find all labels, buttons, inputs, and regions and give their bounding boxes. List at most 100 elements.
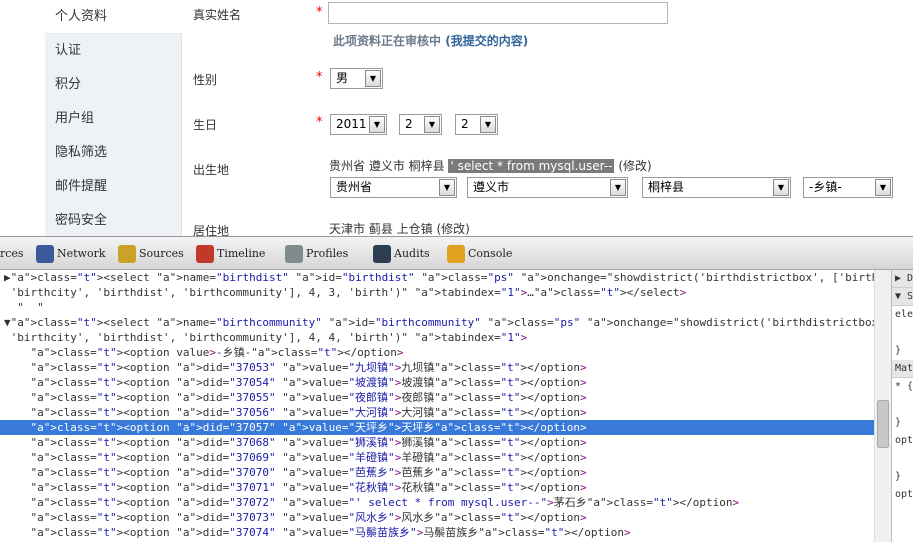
city-value: 遵义市: [473, 180, 510, 194]
sidebar-item[interactable]: 用户组: [45, 102, 181, 136]
profiles-icon: [285, 245, 303, 263]
required-mark: *: [316, 115, 323, 130]
style-rule-row: [892, 396, 913, 414]
devtools-tab-label: Timeline: [217, 247, 266, 260]
style-rule-row: opt: [895, 489, 913, 500]
chevron-down-icon: ▼: [773, 179, 789, 196]
birthday-label: 生日: [193, 118, 218, 132]
devtools-tab[interactable]: Sources: [118, 244, 184, 264]
dom-node-line[interactable]: "a">class="t"><option "a">did="37071" "a…: [0, 480, 874, 495]
dom-node-line[interactable]: "a">class="t"><option "a">did="37069" "a…: [0, 450, 874, 465]
globe-icon: [36, 245, 54, 263]
birthplace-edit-link[interactable]: (修改): [618, 159, 651, 173]
dom-node-line[interactable]: "a">class="t"><option "a">did="37053" "a…: [0, 360, 874, 375]
chevron-down-icon: ▼: [365, 70, 381, 87]
audit-note: 此项资料正在审核中 (我提交的内容): [333, 32, 528, 49]
devtools-tab[interactable]: Timeline: [196, 244, 265, 264]
dom-node-line[interactable]: "a">class="t"><option "a">did="37073" "a…: [0, 510, 874, 525]
community-select[interactable]: -乡镇- ▼: [803, 177, 893, 198]
style-rule-row: [892, 324, 913, 342]
birthplace-text: 贵州省 遵义市 桐梓县: [329, 159, 445, 173]
birth-month-select[interactable]: 2 ▼: [399, 114, 442, 135]
devtools-tab[interactable]: rces: [0, 244, 24, 264]
chevron-down-icon: ▼: [424, 116, 440, 133]
dom-node-line[interactable]: "a">class="t"><option "a">did="37056" "a…: [0, 405, 874, 420]
residence-label: 居住地: [193, 224, 230, 236]
city-select[interactable]: 遵义市 ▼: [467, 177, 628, 198]
dom-node-line[interactable]: 'birthcity', 'birthdist', 'birthcommunit…: [0, 330, 874, 345]
residence-text: 天津市 蓟县 上仓镇 (修改): [329, 222, 470, 236]
console-icon: [447, 245, 465, 263]
birthplace-highlight: ' select * from mysql.user--: [448, 159, 615, 173]
audits-icon: [373, 245, 391, 263]
birth-year-select[interactable]: 2011 ▼: [330, 114, 387, 135]
sidebar-item[interactable]: 隐私筛选: [45, 136, 181, 170]
devtools-tab-label: Network: [57, 247, 106, 260]
devtools-tab-label: Profiles: [306, 247, 349, 260]
required-mark: *: [316, 5, 323, 20]
style-rule-row: [892, 450, 913, 468]
birth-day-select[interactable]: 2 ▼: [455, 114, 498, 135]
sidebar-item[interactable]: 认证: [45, 34, 181, 68]
district-select[interactable]: 桐梓县 ▼: [642, 177, 791, 198]
dom-node-line[interactable]: "a">class="t"><option "a">did="37057" "a…: [0, 420, 874, 435]
devtools-tab-label: Audits: [394, 247, 430, 260]
dom-node-line[interactable]: "a">class="t"><option "a">did="37070" "a…: [0, 465, 874, 480]
sidebar-item[interactable]: 积分: [45, 68, 181, 102]
style-rule-row: Mat: [892, 360, 913, 378]
birthplace-label: 出生地: [193, 163, 230, 177]
community-value: -乡镇-: [809, 180, 842, 194]
dom-scrollbar[interactable]: [874, 270, 891, 542]
my-submission-link[interactable]: (我提交的内容): [445, 34, 528, 48]
settings-sidebar: 个人资料 认证 积分 用户组 隐私筛选 邮件提醒 密码安全: [45, 0, 182, 236]
birth-year-value: 2011: [336, 117, 367, 131]
style-rule-row: opt: [895, 435, 913, 446]
dom-node-line[interactable]: "a">class="t"><option "a">did="37072" "a…: [0, 495, 874, 510]
elements-dom-tree[interactable]: ▶"a">class="t"><select "a">name="birthdi…: [0, 270, 874, 542]
birth-month-value: 2: [405, 117, 413, 131]
devtools-tab[interactable]: Console: [447, 244, 512, 264]
dom-node-line[interactable]: "a">class="t"><option "a">did="37074" "a…: [0, 525, 874, 540]
sidebar-item[interactable]: 密码安全: [45, 204, 181, 236]
audit-note-text: 此项资料正在审核中: [333, 34, 442, 48]
scrollbar-thumb[interactable]: [877, 400, 889, 448]
chevron-down-icon: ▼: [480, 116, 496, 133]
required-mark: *: [316, 70, 323, 85]
birthplace-current: 贵州省 遵义市 桐梓县 ' select * from mysql.user--…: [329, 157, 652, 174]
gender-value: 男: [336, 71, 349, 85]
devtools-tab-label: rces: [0, 247, 24, 260]
style-rule-row: ▶ D: [892, 270, 913, 288]
devtools-toolbar: rces Network Sources Timeline Profiles Audits…: [0, 236, 913, 270]
chevron-down-icon: ▼: [610, 179, 626, 196]
dom-node-line[interactable]: "a">class="t"><option "a">did="37055" "a…: [0, 390, 874, 405]
timeline-icon: [196, 245, 214, 263]
province-value: 贵州省: [336, 180, 373, 194]
dom-node-line[interactable]: "a">class="t"><option "a">did="37054" "a…: [0, 375, 874, 390]
style-rule-row: ▼ S: [892, 288, 913, 306]
style-rule-row: * {: [895, 381, 913, 392]
dom-node-line[interactable]: " ": [0, 300, 874, 315]
devtools-tab[interactable]: Audits: [373, 244, 430, 264]
dom-node-line[interactable]: ▶"a">class="t"><select "a">name="birthdi…: [0, 270, 874, 285]
dom-node-line[interactable]: "a">class="t"><option value>-乡镇-"a">clas…: [0, 345, 874, 360]
style-rule-row: }: [895, 345, 902, 356]
dom-node-line[interactable]: ▼"a">class="t"><select "a">name="birthco…: [0, 315, 874, 330]
devtools-tab-label: Console: [468, 247, 513, 260]
devtools-tab[interactable]: Network: [36, 244, 106, 264]
chevron-down-icon: ▼: [369, 116, 385, 133]
province-select[interactable]: 贵州省 ▼: [330, 177, 457, 198]
dom-node-line[interactable]: 'birthcity', 'birthdist', 'birthcommunit…: [0, 285, 874, 300]
realname-input[interactable]: [328, 2, 668, 24]
gender-select[interactable]: 男 ▼: [330, 68, 383, 89]
styles-side-pane: ▶ D ▼ S ele} Mat * {} opt} opt: [891, 270, 913, 542]
chevron-down-icon: ▼: [439, 179, 455, 196]
devtools-tab-label: Sources: [139, 247, 184, 260]
dom-node-line[interactable]: "a">class="t"><option "a">did="37068" "a…: [0, 435, 874, 450]
realname-label: 真实姓名: [193, 8, 242, 22]
birth-day-value: 2: [461, 117, 469, 131]
style-rule-row: }: [895, 417, 902, 428]
sidebar-item[interactable]: 个人资料: [45, 0, 182, 34]
sidebar-item[interactable]: 邮件提醒: [45, 170, 181, 204]
devtools-tab[interactable]: Profiles: [285, 244, 348, 264]
district-value: 桐梓县: [648, 180, 685, 194]
